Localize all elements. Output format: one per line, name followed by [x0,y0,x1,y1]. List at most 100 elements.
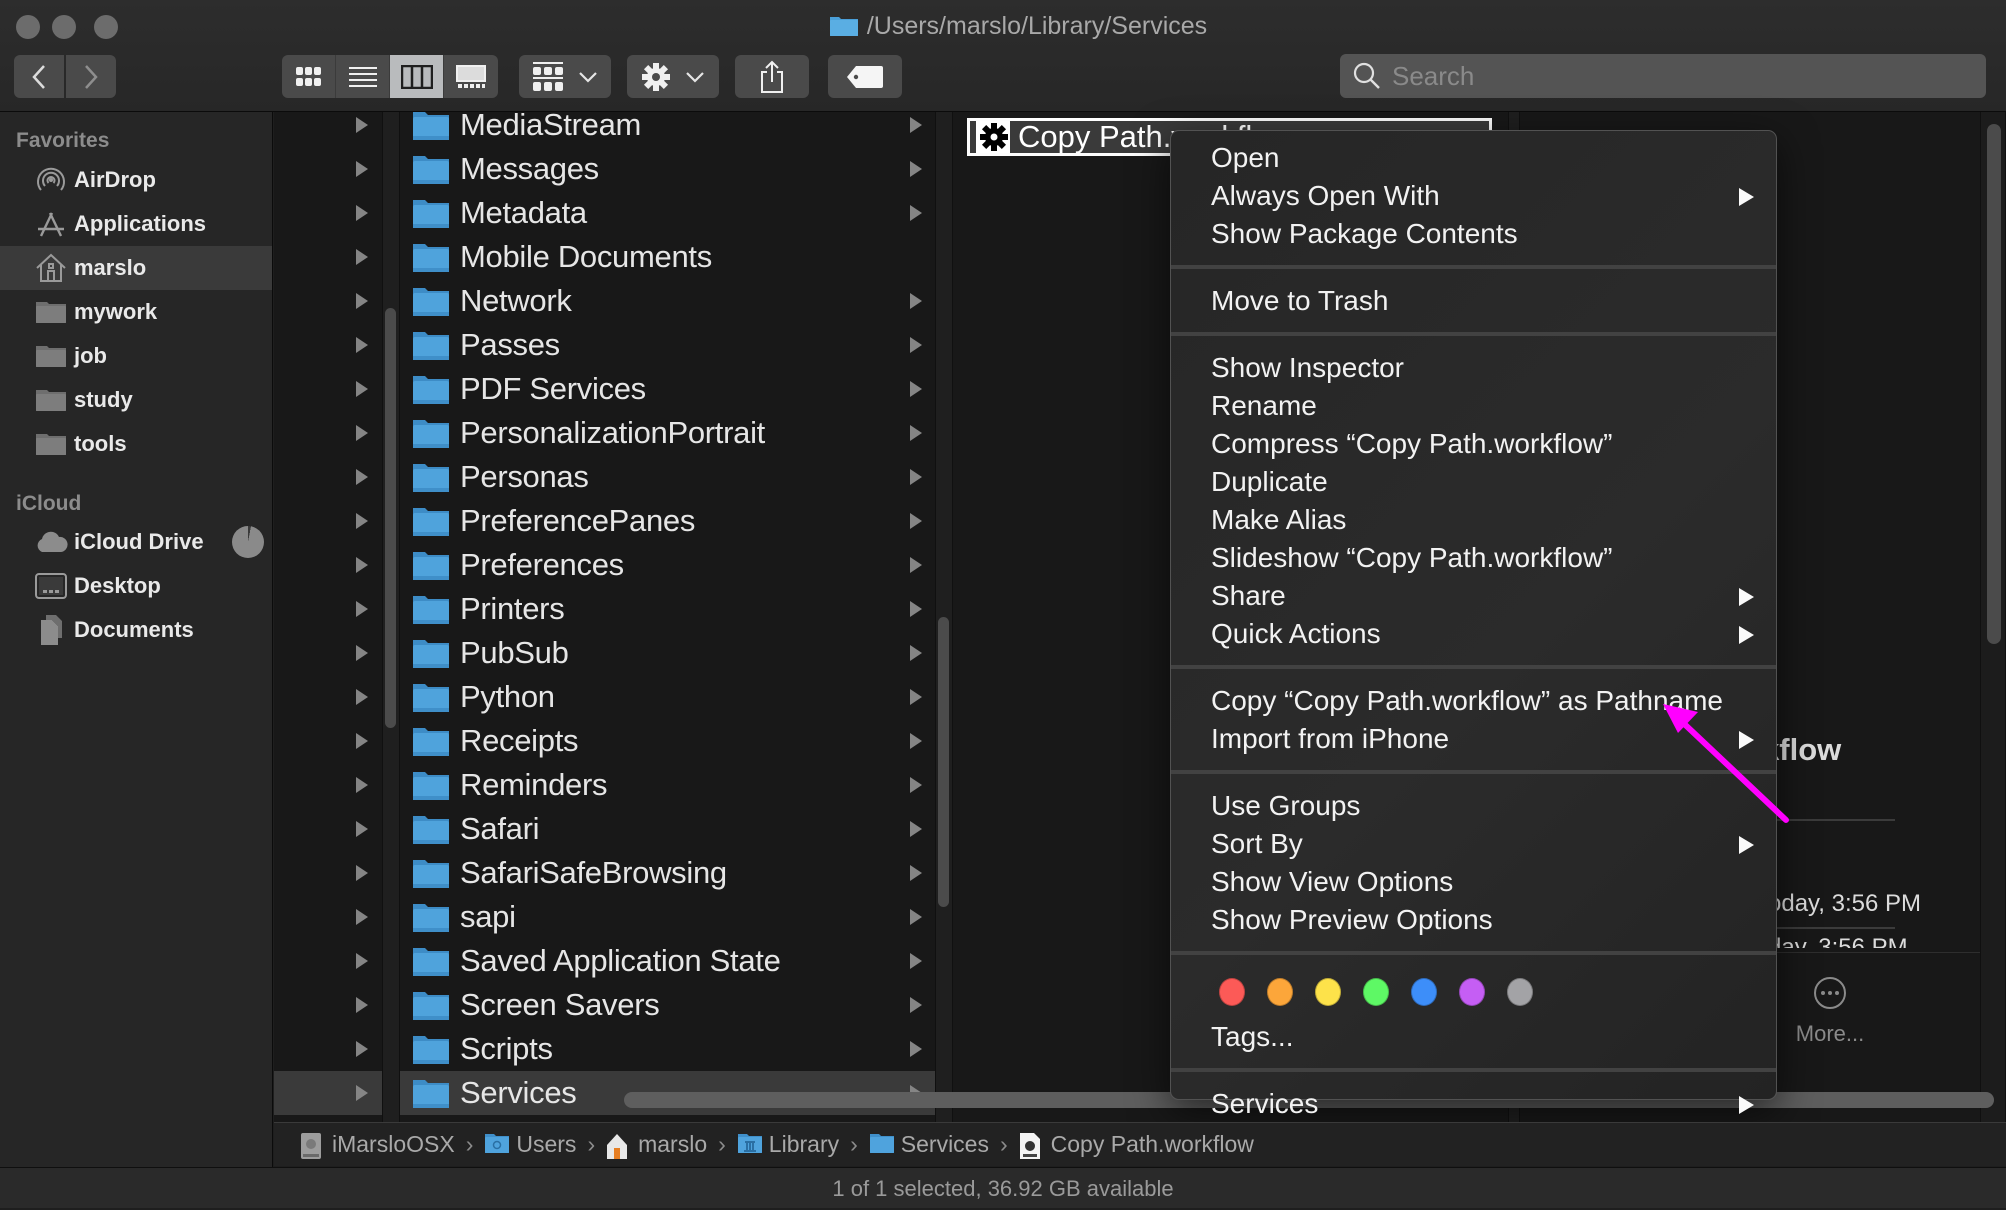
menu-item-move-to-trash[interactable]: Move to Trash [1171,282,1776,320]
list-view-button[interactable] [336,55,390,98]
menu-item-show-inspector[interactable]: Show Inspector [1171,349,1776,387]
group-by-button[interactable] [519,55,611,98]
path-segment-label: marslo [638,1131,708,1157]
edit-tags-button[interactable] [828,55,902,98]
menu-item-import-from-iphone[interactable]: Import from iPhone [1171,720,1776,758]
folder-row[interactable]: Screen Savers [400,983,935,1027]
tag-gray-button[interactable] [1507,978,1533,1006]
folder-icon [412,418,450,449]
folder-row[interactable]: Receipts [400,719,935,763]
parent-row-chevron-icon [356,689,368,705]
parent-row-chevron-icon [356,425,368,441]
path-separator-icon: › [850,1131,858,1157]
path-segment-users[interactable]: Users [484,1131,576,1158]
folder-row[interactable]: Printers [400,587,935,631]
folder-name: Screen Savers [460,987,660,1022]
menu-item-share[interactable]: Share [1171,577,1776,615]
forward-button[interactable] [66,55,116,98]
tag-red-button[interactable] [1219,978,1245,1006]
folder-row[interactable]: Scripts [400,1027,935,1071]
menu-item-duplicate[interactable]: Duplicate [1171,463,1776,501]
folder-row[interactable]: Personas [400,455,935,499]
column-view-button[interactable] [390,55,444,98]
list-icon [348,66,377,87]
folder-icon [412,1034,450,1065]
sidebar-item-desktop[interactable]: Desktop [0,564,272,608]
menu-item-compress-copy-path-workflow[interactable]: Compress “Copy Path.workflow” [1171,425,1776,463]
folder-row[interactable]: Messages [400,147,935,191]
cloud-icon [34,527,68,557]
more-actions-button[interactable]: More... [1765,976,1895,1047]
sidebar-item-tools[interactable]: tools [0,422,272,466]
tag-green-button[interactable] [1363,978,1389,1006]
sidebar-item-documents[interactable]: Documents [0,608,272,652]
menu-item-use-groups[interactable]: Use Groups [1171,787,1776,825]
menu-item-show-preview-options[interactable]: Show Preview Options [1171,901,1776,939]
folder-row[interactable]: Saved Application State [400,939,935,983]
icon-view-button[interactable] [282,55,336,98]
search-input[interactable] [1390,59,1954,93]
disclosure-chevron-icon [910,953,922,969]
folder-name: PersonalizationPortrait [460,415,765,450]
folder-row[interactable]: PreferencePanes [400,499,935,543]
menu-item-always-open-with[interactable]: Always Open With [1171,177,1776,215]
submenu-arrow-icon [1739,836,1754,854]
path-segment-copy-path-workflow[interactable]: Copy Path.workflow [1019,1131,1254,1159]
menu-item-open[interactable]: Open [1171,139,1776,177]
share-button[interactable] [735,55,809,98]
folder-row[interactable]: sapi [400,895,935,939]
tag-yellow-button[interactable] [1315,978,1341,1006]
sidebar-item-icloud-drive[interactable]: iCloud Drive [0,520,272,564]
column-library-scrollbar[interactable] [938,617,949,907]
folder-row[interactable]: Passes [400,323,935,367]
gallery-view-button[interactable] [444,55,498,98]
sidebar-item-marslo[interactable]: marslo [0,246,272,290]
folder-row[interactable]: PersonalizationPortrait [400,411,935,455]
path-segment-library[interactable]: Library [737,1131,839,1158]
menu-item-services[interactable]: Services [1171,1085,1776,1123]
folder-row[interactable]: Network [400,279,935,323]
parent-row-chevron-icon [356,205,368,221]
sidebar-item-study[interactable]: study [0,378,272,422]
path-segment-services[interactable]: Services [869,1131,989,1158]
menu-item-copy-copy-path-workflow-as-pathname[interactable]: Copy “Copy Path.workflow” as Pathname [1171,682,1776,720]
folder-row[interactable]: Metadata [400,191,935,235]
sidebar-item-label: iCloud Drive [74,529,204,554]
menu-item-show-package-contents[interactable]: Show Package Contents [1171,215,1776,253]
sidebar-item-applications[interactable]: Applications [0,202,272,246]
folder-row[interactable]: PubSub [400,631,935,675]
menu-item-tags[interactable]: Tags... [1171,1018,1776,1056]
sidebar-item-job[interactable]: job [0,334,272,378]
folder-name: Scripts [460,1031,553,1066]
menu-item-slideshow-copy-path-workflow[interactable]: Slideshow “Copy Path.workflow” [1171,539,1776,577]
folder-row[interactable]: PDF Services [400,367,935,411]
tag-orange-button[interactable] [1267,978,1293,1006]
folder-row[interactable]: Mobile Documents [400,235,935,279]
action-menu-button[interactable] [627,55,719,98]
folder-row[interactable]: Reminders [400,763,935,807]
menu-item-rename[interactable]: Rename [1171,387,1776,425]
tag-blue-button[interactable] [1411,978,1437,1006]
tag-icon [847,65,883,88]
back-button[interactable] [14,55,64,98]
path-segment-marslo[interactable]: marslo [606,1131,708,1159]
sidebar-item-airdrop[interactable]: AirDrop [0,158,272,202]
menu-item-sort-by[interactable]: Sort By [1171,825,1776,863]
menu-item-quick-actions[interactable]: Quick Actions [1171,615,1776,653]
column-resize-handle[interactable] [382,112,400,1122]
folder-row[interactable]: MediaStream [400,112,935,147]
preview-scrollbar[interactable] [1987,124,2001,644]
folder-row[interactable]: SafariSafeBrowsing [400,851,935,895]
tag-purple-button[interactable] [1459,978,1485,1006]
sidebar-item-mywork[interactable]: mywork [0,290,272,334]
folder-row[interactable]: Safari [400,807,935,851]
column-resize-handle[interactable] [935,112,953,1122]
folder-row[interactable]: Python [400,675,935,719]
menu-item-show-view-options[interactable]: Show View Options [1171,863,1776,901]
folder-row[interactable]: Preferences [400,543,935,587]
menu-item-make-alias[interactable]: Make Alias [1171,501,1776,539]
column-parent-scrollbar[interactable] [385,308,396,728]
folder-icon [412,594,450,625]
search-field[interactable] [1340,54,1986,98]
path-segment-imarsloosx[interactable]: iMarsloOSX [300,1131,455,1159]
